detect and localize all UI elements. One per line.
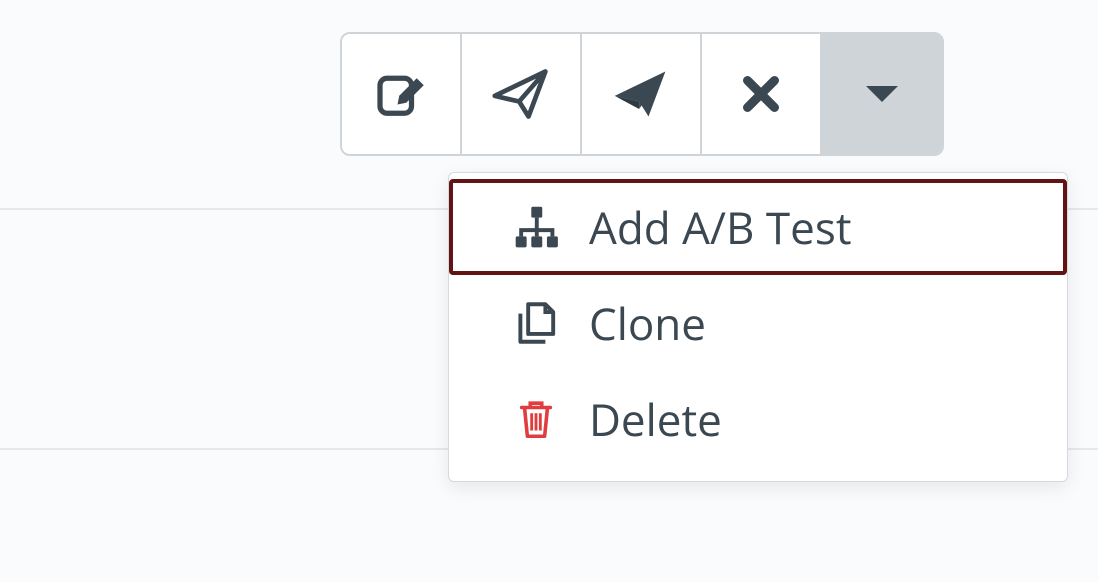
- action-toolbar: [340, 32, 944, 156]
- menu-item-clone[interactable]: Clone: [449, 275, 1067, 371]
- send-test-button[interactable]: [462, 34, 582, 154]
- menu-item-label: Add A/B Test: [589, 197, 852, 257]
- trash-icon: [509, 393, 563, 445]
- menu-item-add-ab-test[interactable]: Add A/B Test: [449, 179, 1067, 275]
- send-button[interactable]: [582, 34, 702, 154]
- menu-item-label: Clone: [589, 293, 706, 353]
- caret-down-icon: [864, 82, 900, 106]
- menu-item-label: Delete: [589, 389, 722, 449]
- close-icon: [737, 70, 785, 118]
- more-actions-dropdown: Add A/B Test Clone Delete: [448, 172, 1068, 482]
- clone-icon: [509, 298, 563, 348]
- sitemap-icon: [509, 202, 563, 252]
- paper-plane-outline-icon: [491, 64, 551, 124]
- edit-icon: [373, 66, 429, 122]
- paper-plane-solid-icon: [611, 64, 671, 124]
- menu-item-delete[interactable]: Delete: [449, 371, 1067, 467]
- edit-button[interactable]: [342, 34, 462, 154]
- more-actions-button[interactable]: [822, 34, 942, 154]
- cancel-button[interactable]: [702, 34, 822, 154]
